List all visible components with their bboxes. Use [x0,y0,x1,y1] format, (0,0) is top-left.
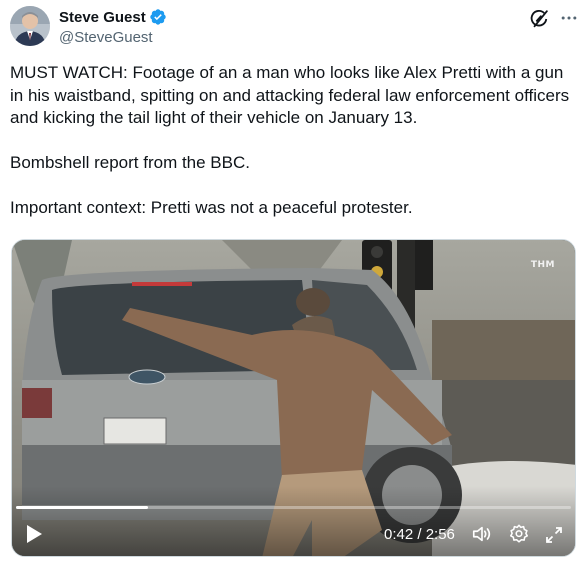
settings-gear-icon[interactable] [508,523,530,545]
more-icon[interactable] [559,8,579,28]
video-progress-bar[interactable] [16,506,571,509]
author-names: Steve Guest @SteveGuest [59,7,167,46]
display-name-row: Steve Guest [59,7,167,27]
controls-overlay [12,486,575,556]
tweet-paragraph: Bombshell report from the BBC. [10,153,250,172]
tweet-text: MUST WATCH: Footage of an a man who look… [10,62,580,220]
verified-badge-icon [150,9,166,25]
avatar[interactable] [10,6,50,46]
grok-icon[interactable] [529,8,551,30]
tweet-paragraph: Important context: Pretti was not a peac… [10,198,413,217]
play-icon[interactable] [25,524,43,544]
tweet-header: Steve Guest @SteveGuest [10,6,577,50]
video-progress-fill [16,506,149,509]
author-display-name[interactable]: Steve Guest [59,9,146,26]
video-watermark: THM [530,260,555,270]
volume-icon[interactable] [471,523,493,545]
video-time: 0:42 / 2:56 [384,526,455,543]
author-handle[interactable]: @SteveGuest [59,29,167,46]
tweet-paragraph: MUST WATCH: Footage of an a man who look… [10,63,570,127]
fullscreen-icon[interactable] [544,525,564,545]
video-player[interactable]: THM 0:42 / 2:56 [11,239,576,557]
